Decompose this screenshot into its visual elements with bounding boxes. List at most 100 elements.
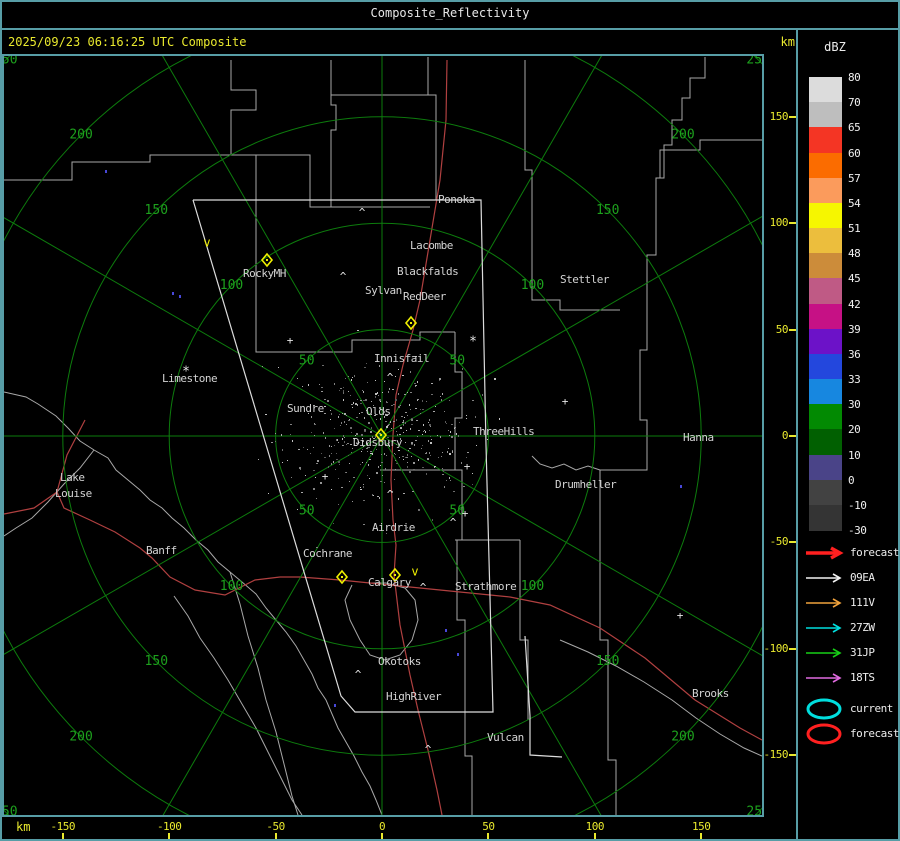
clutter-dot — [454, 427, 456, 428]
city-label: Limestone — [162, 372, 218, 385]
legend-ellipse — [806, 723, 842, 745]
clutter-dot — [472, 473, 473, 474]
bottom-axis-unit: km — [16, 820, 31, 834]
clutter-dot — [403, 493, 405, 494]
clutter-dot — [351, 379, 352, 381]
clutter-dot — [449, 477, 450, 479]
city-label: Didsbury — [353, 436, 402, 449]
clutter-dot — [407, 415, 408, 416]
clutter-dot — [363, 400, 365, 401]
right-axis-tick-label: 50 — [775, 322, 789, 336]
caret-marker: ^ — [450, 516, 457, 529]
clutter-dot — [316, 498, 317, 499]
blue-dot-marker — [105, 170, 107, 173]
ring-range-label: 100 — [220, 579, 243, 594]
clutter-dot — [323, 432, 324, 434]
city-label: Sundre — [287, 402, 324, 415]
clutter-dot — [363, 484, 364, 485]
clutter-dot — [382, 475, 383, 476]
clutter-dot — [417, 400, 418, 401]
clutter-dot — [265, 414, 267, 415]
clutter-dot — [429, 430, 430, 431]
clutter-dot — [413, 462, 415, 464]
legend-arrow-label: 31JP — [850, 646, 875, 659]
clutter-dot — [418, 430, 420, 431]
clutter-dot — [341, 422, 342, 424]
blue-dot-marker — [457, 653, 459, 656]
clutter-dot — [356, 433, 358, 435]
clutter-dot — [449, 453, 451, 455]
clutter-dot — [384, 381, 385, 382]
city-label: Lake — [60, 471, 85, 484]
ring-range-label: 150 — [596, 654, 619, 669]
clutter-dot — [396, 419, 397, 421]
legend-ellipse — [806, 698, 842, 720]
clutter-dot — [375, 396, 376, 398]
clutter-dot — [417, 436, 418, 437]
clutter-dot — [291, 477, 292, 478]
clutter-dot — [381, 462, 383, 463]
clutter-dot — [360, 464, 361, 465]
clutter-dot — [305, 475, 306, 476]
clutter-dot — [352, 377, 353, 378]
radial-line — [162, 56, 383, 437]
clutter-dot — [396, 431, 397, 432]
clutter-dot — [307, 449, 308, 450]
clutter-dot — [275, 441, 276, 442]
clutter-dot — [437, 435, 438, 436]
blue-dot-marker — [445, 629, 447, 632]
clutter-dot — [407, 462, 408, 463]
blue-dot-marker — [172, 292, 174, 295]
clutter-dot — [350, 444, 352, 445]
clutter-dot — [315, 477, 316, 478]
clutter-dot — [415, 386, 416, 387]
clutter-dot — [386, 455, 387, 456]
clutter-dot — [411, 444, 413, 445]
clutter-dot — [472, 400, 474, 401]
ring-range-label: 200 — [671, 128, 694, 143]
clutter-dot — [426, 473, 427, 475]
bottom-axis-tick-label: -100 — [156, 820, 182, 833]
clutter-dot — [439, 378, 441, 380]
clutter-dot — [403, 424, 404, 426]
clutter-dot — [388, 391, 389, 393]
clutter-dot — [356, 417, 358, 418]
clutter-dot — [441, 456, 442, 457]
clutter-dot — [410, 371, 411, 373]
clutter-dot — [415, 385, 417, 386]
clutter-dot — [350, 395, 351, 396]
clutter-dot — [346, 424, 347, 425]
city-label: Sylvan — [365, 284, 402, 297]
clutter-dot — [327, 400, 329, 402]
county-boundary — [559, 639, 762, 757]
clutter-dot — [450, 480, 451, 481]
bottom-axis-tick-label: -150 — [50, 820, 76, 833]
clutter-dot — [352, 407, 353, 408]
clutter-dot — [393, 421, 395, 422]
clutter-dot — [333, 523, 334, 524]
clutter-dot — [364, 367, 366, 368]
radar-map[interactable]: 50 50 50 50 100 100 100 100 150 150 150 150 200 200 20… — [2, 54, 764, 817]
clutter-dot — [449, 435, 450, 436]
clutter-dot — [388, 424, 390, 425]
clutter-dot — [447, 451, 448, 453]
clutter-dot — [432, 519, 433, 521]
clutter-dot — [422, 445, 423, 446]
clutter-dot — [330, 419, 331, 420]
legend-arrow-label: forecast — [850, 546, 899, 559]
clutter-dot — [433, 411, 435, 412]
clutter-dot — [331, 446, 332, 447]
clutter-dot — [363, 500, 365, 501]
clutter-dot — [377, 496, 379, 497]
asterisk-marker: * — [469, 335, 477, 350]
right-axis-unit: km — [780, 35, 795, 49]
clutter-dot — [338, 442, 339, 443]
clutter-dot — [351, 452, 352, 453]
clutter-dot — [390, 421, 391, 423]
clutter-dot — [331, 489, 332, 490]
clutter-dot — [409, 448, 411, 449]
clutter-dot — [456, 433, 457, 435]
clutter-dot — [415, 408, 417, 409]
clutter-dot — [398, 450, 400, 451]
county-boundary — [230, 60, 257, 155]
